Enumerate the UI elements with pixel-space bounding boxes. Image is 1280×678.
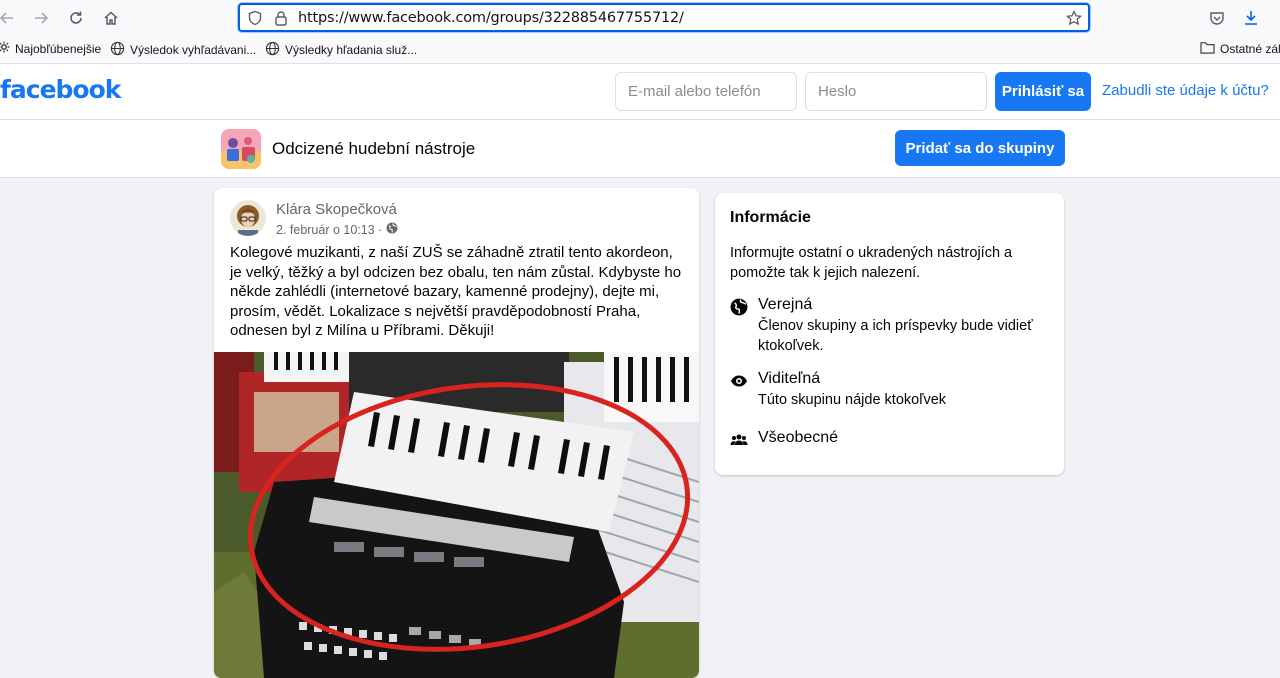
forgot-account-link[interactable]: Zabudli ste údaje k účtu? (1102, 82, 1269, 99)
bookmark-item[interactable]: Výsledky hľadania služ... (265, 41, 417, 59)
forward-icon[interactable] (30, 7, 52, 29)
avatar[interactable] (230, 200, 266, 236)
globe-icon (730, 298, 748, 316)
group-icon[interactable] (221, 129, 261, 169)
home-icon[interactable] (100, 7, 122, 29)
facebook-header: facebook Prihlásiť sa Zabudli ste údaje … (0, 64, 1280, 120)
bookmark-item[interactable]: Najobľúbenejšie (0, 41, 101, 56)
join-group-button[interactable]: Pridať sa do skupiny (895, 130, 1065, 166)
eye-icon (730, 372, 748, 390)
bookmarks-bar: Najobľúbenejšie Výsledok vyhľadávani... … (0, 36, 1280, 64)
globe-icon (110, 41, 125, 59)
post-card: Klára Skopečková 2. február o 10:13 · Ko… (214, 188, 699, 678)
email-field[interactable] (615, 72, 797, 111)
folder-icon (1200, 41, 1215, 57)
visibility-visible: Viditeľná Túto skupinu nájde ktokoľvek (730, 370, 1048, 410)
bookmark-item[interactable]: Výsledok vyhľadávani... (110, 41, 256, 59)
info-card: Informácie Informujte ostatní o ukradený… (715, 193, 1064, 475)
post-date[interactable]: 2. február o 10:13 · (276, 223, 382, 237)
post-author[interactable]: Klára Skopečková (276, 201, 397, 218)
public-description: Členov skupiny a ich príspevky bude vidi… (758, 318, 1033, 354)
public-title: Verejná (758, 296, 813, 313)
password-field[interactable] (805, 72, 987, 111)
gear-icon (0, 41, 10, 56)
url-text[interactable]: https://www.facebook.com/groups/32288546… (298, 10, 684, 26)
post-photo[interactable] (214, 352, 699, 678)
group-type: Všeobecné (730, 429, 838, 449)
globe-icon (386, 222, 398, 237)
login-button[interactable]: Prihlásiť sa (995, 72, 1091, 111)
facebook-logo[interactable]: facebook (0, 75, 121, 104)
visible-description: Túto skupinu nájde ktokoľvek (758, 392, 947, 408)
browser-toolbar: https://www.facebook.com/groups/32288546… (0, 0, 1280, 36)
visible-title: Viditeľná (758, 370, 821, 387)
group-bar: Odcizené hudební nástroje Pridať sa do s… (0, 120, 1280, 178)
info-description: Informujte ostatní o ukradených nástrojí… (730, 245, 1013, 281)
privacy-public: Verejná Členov skupiny a ich príspevky b… (730, 296, 1048, 356)
shield-icon[interactable] (247, 10, 263, 26)
globe-icon (265, 41, 280, 59)
post-meta: 2. február o 10:13 · (276, 222, 398, 237)
bookmark-folder[interactable]: Ostatné zálc (1200, 41, 1280, 57)
people-icon (730, 431, 748, 449)
back-icon[interactable] (0, 7, 18, 29)
general-title: Všeobecné (758, 429, 839, 446)
group-name[interactable]: Odcizené hudební nástroje (272, 139, 475, 159)
post-text: Kolegové muzikanti, z naší ZUŠ se záhadn… (230, 244, 682, 339)
download-icon[interactable] (1240, 7, 1262, 29)
url-bar[interactable]: https://www.facebook.com/groups/32288546… (238, 3, 1090, 32)
lock-icon[interactable] (273, 10, 289, 26)
reload-icon[interactable] (65, 7, 87, 29)
info-title: Informácie (730, 209, 811, 226)
pocket-icon[interactable] (1206, 7, 1228, 29)
star-icon[interactable] (1065, 9, 1083, 26)
